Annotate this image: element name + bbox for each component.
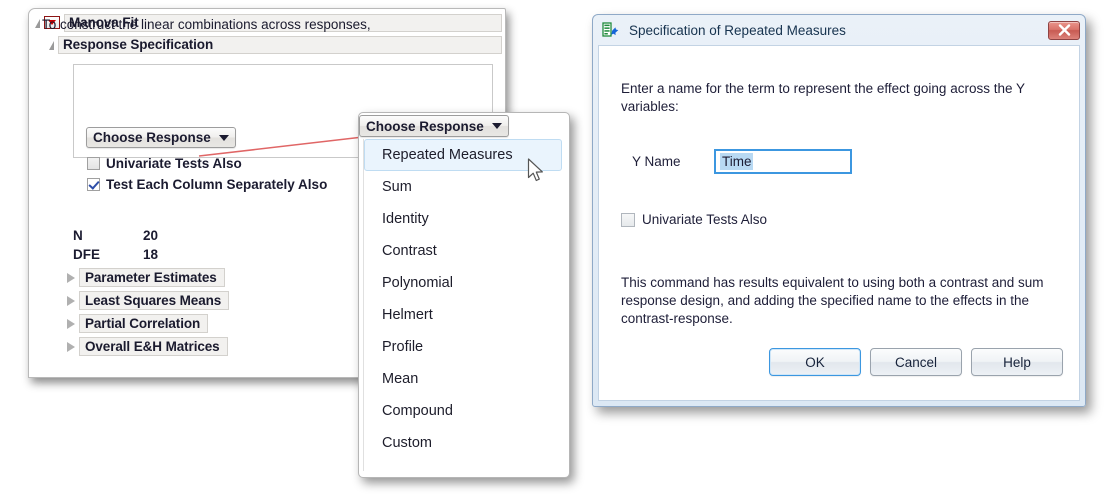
dialog-description-text: This command has results equivalent to u… (621, 275, 1044, 326)
outline-row-parameter-estimates[interactable]: Parameter Estimates (67, 268, 225, 287)
menu-item-label: Mean (382, 371, 419, 387)
checkbox-checked-icon[interactable] (87, 178, 100, 191)
outline-row-overall-eh-matrices[interactable]: Overall E&H Matrices (67, 337, 228, 356)
yname-field-row: Y Name Time (632, 149, 852, 174)
dialog-body: Enter a name for the term to represent t… (598, 45, 1080, 401)
menu-item-repeated-measures[interactable]: Repeated Measures (364, 139, 562, 171)
stat-n-label: N (73, 228, 83, 243)
yname-input-value: Time (720, 153, 753, 170)
menu-item-identity[interactable]: Identity (364, 203, 564, 235)
repeated-measures-dialog: Specification of Repeated Measures Enter… (592, 14, 1086, 407)
menu-item-label: Identity (382, 211, 429, 227)
choose-response-button[interactable]: Choose Response (86, 127, 236, 148)
stat-dfe-value: 18 (143, 247, 159, 262)
parameter-estimates-label: Parameter Estimates (85, 269, 217, 285)
dialog-button-row: OK Cancel Help (769, 348, 1063, 376)
ok-button-label: OK (805, 354, 825, 370)
menu-item-helmert[interactable]: Helmert (364, 299, 564, 331)
menu-item-label: Custom (382, 435, 432, 451)
checkbox-unchecked-icon[interactable] (87, 157, 100, 170)
chevron-down-icon (491, 123, 502, 129)
disclosure-triangle-closed-icon[interactable] (67, 272, 75, 283)
disclosure-triangle-open-icon[interactable] (35, 19, 40, 28)
jmp-app-icon (602, 21, 619, 37)
outline-row-response-specification[interactable]: Response Specification (49, 35, 502, 54)
cancel-button[interactable]: Cancel (870, 348, 962, 376)
stat-dfe-label: DFE (73, 247, 100, 262)
menu-item-label: Polynomial (382, 275, 453, 291)
checkbox-univariate-tests-also-dialog-label: Univariate Tests Also (642, 212, 768, 227)
checkbox-unchecked-icon[interactable] (621, 212, 635, 227)
help-button[interactable]: Help (971, 348, 1063, 376)
popup-choose-response-label: Choose Response (366, 118, 484, 134)
dialog-title: Specification of Repeated Measures (629, 22, 846, 38)
menu-item-compound[interactable]: Compound (364, 395, 564, 427)
outline-row-least-squares-means[interactable]: Least Squares Means (67, 291, 230, 310)
yname-label: Y Name (632, 154, 681, 169)
menu-item-polynomial[interactable]: Polynomial (364, 267, 564, 299)
response-specification-title-bar: Response Specification (58, 35, 502, 54)
choose-response-popup-menu: Choose Response Repeated Measures Sum Id… (358, 112, 570, 478)
outline-row-partial-correlation[interactable]: Partial Correlation (67, 314, 209, 333)
ok-button[interactable]: OK (769, 348, 861, 376)
checkbox-univariate-tests-also-dialog[interactable]: Univariate Tests Also (621, 212, 767, 227)
parameter-estimates-title-bar: Parameter Estimates (79, 268, 225, 287)
checkbox-univariate-tests-also-label: Univariate Tests Also (106, 156, 242, 171)
dialog-title-bar[interactable]: Specification of Repeated Measures (593, 15, 1085, 45)
disclosure-triangle-closed-icon[interactable] (67, 341, 75, 352)
choose-response-button-label: Choose Response (93, 130, 211, 145)
popup-menu-list: Repeated Measures Sum Identity Contrast … (363, 139, 564, 471)
menu-item-label: Compound (382, 403, 453, 419)
menu-item-contrast[interactable]: Contrast (364, 235, 564, 267)
menu-item-custom[interactable]: Custom (364, 427, 564, 459)
overall-eh-matrices-title-bar: Overall E&H Matrices (79, 337, 228, 356)
checkbox-univariate-tests-also[interactable]: Univariate Tests Also (87, 156, 242, 171)
menu-item-label: Helmert (382, 307, 433, 323)
help-button-label: Help (1003, 354, 1031, 370)
close-button[interactable] (1048, 20, 1080, 40)
checkbox-test-each-column-label: Test Each Column Separately Also (106, 177, 328, 192)
close-icon (1058, 24, 1070, 36)
disclosure-triangle-closed-icon[interactable] (67, 318, 75, 329)
menu-item-label: Contrast (382, 243, 437, 259)
disclosure-triangle-closed-icon[interactable] (67, 295, 75, 306)
dialog-prompt-text: Enter a name for the term to represent t… (621, 81, 1025, 114)
menu-item-label: Profile (382, 339, 424, 355)
overall-eh-matrices-label: Overall E&H Matrices (85, 338, 220, 354)
cancel-button-label: Cancel (894, 354, 938, 370)
menu-item-mean[interactable]: Mean (364, 363, 564, 395)
least-squares-means-label: Least Squares Means (85, 292, 222, 308)
menu-item-sum[interactable]: Sum (364, 171, 564, 203)
stat-n-value: 20 (143, 228, 159, 243)
partial-correlation-title-bar: Partial Correlation (79, 314, 209, 333)
partial-correlation-label: Partial Correlation (85, 315, 201, 331)
response-specification-label: Response Specification (63, 36, 214, 52)
menu-item-label: Sum (382, 179, 412, 195)
menu-item-label: Repeated Measures (382, 147, 513, 163)
chevron-down-icon (218, 134, 229, 141)
disclosure-triangle-open-icon[interactable] (49, 41, 54, 50)
yname-input[interactable]: Time (714, 149, 852, 174)
menu-item-profile[interactable]: Profile (364, 331, 564, 363)
checkbox-test-each-column-separately-also[interactable]: Test Each Column Separately Also (87, 177, 327, 192)
popup-choose-response-button[interactable]: Choose Response (359, 115, 509, 137)
instruction-text: To construct the linear combinations acr… (42, 17, 371, 32)
least-squares-means-title-bar: Least Squares Means (79, 291, 230, 310)
